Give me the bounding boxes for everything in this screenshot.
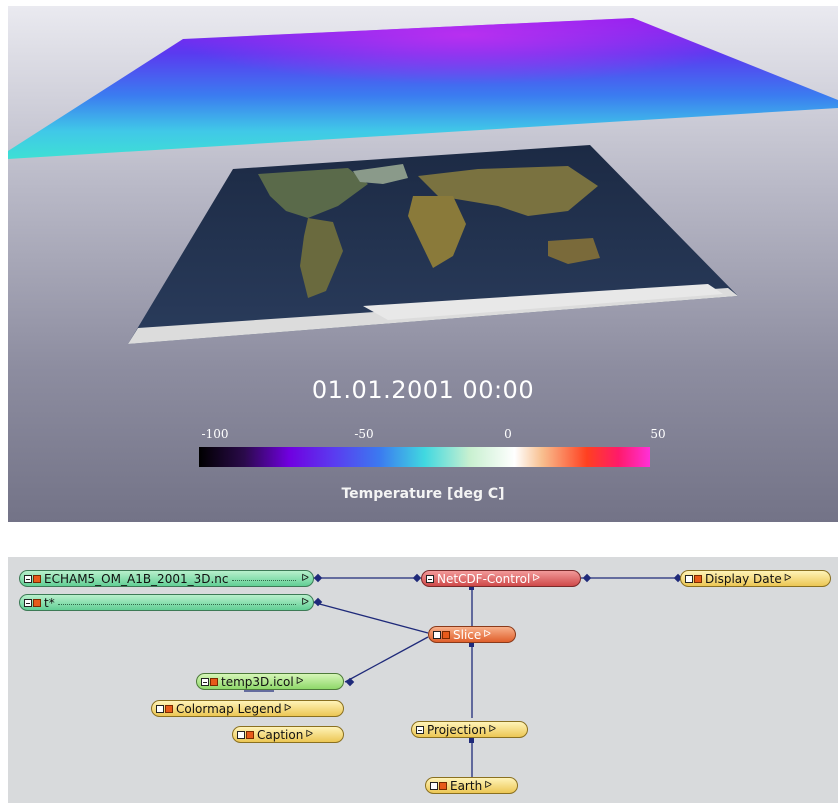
node-netcdf-control[interactable]: NetCDF-Control ᐅ bbox=[421, 570, 581, 587]
network-editor[interactable]: ECHAM5_OM_A1B_2001_3D.nc ᐅ t* ᐅ NetCDF-C… bbox=[8, 557, 838, 803]
output-port-icon[interactable]: ᐅ bbox=[784, 573, 792, 584]
output-port-icon[interactable]: ᐅ bbox=[484, 780, 492, 791]
output-port-icon[interactable]: ᐅ bbox=[296, 676, 304, 687]
status-icon bbox=[165, 704, 173, 713]
scene-canvas bbox=[8, 18, 838, 344]
node-caption[interactable]: Caption ᐅ bbox=[232, 726, 344, 743]
collapse-icon[interactable] bbox=[426, 574, 434, 583]
collapse-icon[interactable] bbox=[24, 574, 32, 583]
node-earth[interactable]: Earth ᐅ bbox=[425, 777, 518, 794]
collapse-icon[interactable] bbox=[416, 725, 424, 734]
collapse-icon[interactable] bbox=[24, 598, 32, 607]
node-display-date[interactable]: Display Date ᐅ bbox=[680, 570, 831, 587]
output-port-icon[interactable]: ᐅ bbox=[532, 573, 540, 584]
status-icon bbox=[33, 598, 41, 607]
node-label: NetCDF-Control bbox=[437, 571, 531, 586]
colorbar-label: Temperature [deg C] bbox=[341, 486, 505, 502]
colorbar-tick: -100 bbox=[201, 427, 229, 441]
colorbar bbox=[199, 447, 650, 467]
node-label: ECHAM5_OM_A1B_2001_3D.nc bbox=[44, 571, 229, 586]
earth-plane bbox=[128, 145, 738, 344]
node-label: Projection bbox=[427, 722, 487, 737]
node-spacer bbox=[231, 574, 297, 581]
wire bbox=[311, 601, 429, 634]
node-label: Earth bbox=[450, 778, 483, 793]
node-slice[interactable]: Slice ᐅ bbox=[428, 626, 516, 643]
node-temp3d-colormap[interactable]: temp3D.icol ᐅ bbox=[196, 673, 344, 690]
node-projection[interactable]: Projection ᐅ bbox=[411, 721, 528, 738]
wire bbox=[344, 636, 429, 683]
colorbar-tick: -50 bbox=[354, 427, 374, 441]
node-label: t* bbox=[44, 595, 55, 610]
checkbox-icon[interactable] bbox=[685, 574, 693, 583]
status-icon bbox=[694, 574, 702, 583]
colorbar-tick: 0 bbox=[504, 427, 512, 441]
status-icon bbox=[210, 677, 218, 686]
checkbox-icon[interactable] bbox=[156, 704, 164, 713]
output-port-icon[interactable]: ᐅ bbox=[284, 703, 292, 714]
node-echam-file[interactable]: ECHAM5_OM_A1B_2001_3D.nc ᐅ bbox=[19, 570, 314, 587]
output-port-icon[interactable]: ᐅ bbox=[301, 597, 309, 608]
colorbar-tick: 50 bbox=[650, 427, 666, 441]
output-port-icon[interactable]: ᐅ bbox=[483, 629, 491, 640]
node-label: Slice bbox=[453, 627, 482, 642]
checkbox-icon[interactable] bbox=[430, 781, 438, 790]
node-label: temp3D.icol bbox=[221, 674, 294, 689]
node-variable-filter[interactable]: t* ᐅ bbox=[19, 594, 314, 611]
node-label: Colormap Legend bbox=[176, 701, 282, 716]
output-port-icon[interactable]: ᐅ bbox=[301, 573, 309, 584]
status-icon bbox=[442, 630, 450, 639]
output-port-icon[interactable]: ᐅ bbox=[488, 724, 496, 735]
node-colormap-legend[interactable]: Colormap Legend ᐅ bbox=[151, 700, 344, 717]
output-port-icon[interactable]: ᐅ bbox=[305, 729, 313, 740]
checkbox-icon[interactable] bbox=[237, 730, 245, 739]
checkbox-icon[interactable] bbox=[433, 630, 441, 639]
status-icon bbox=[33, 574, 41, 583]
status-icon bbox=[439, 781, 447, 790]
collapse-icon[interactable] bbox=[201, 677, 209, 686]
node-label: Caption bbox=[257, 727, 304, 742]
node-label: Display Date bbox=[705, 571, 782, 586]
node-spacer bbox=[57, 598, 297, 605]
status-icon bbox=[246, 730, 254, 739]
timestamp: 01.01.2001 00:00 bbox=[311, 376, 535, 404]
3d-viewport[interactable]: 01.01.2001 00:00 -100 -50 0 50 Temperatu… bbox=[8, 6, 838, 522]
